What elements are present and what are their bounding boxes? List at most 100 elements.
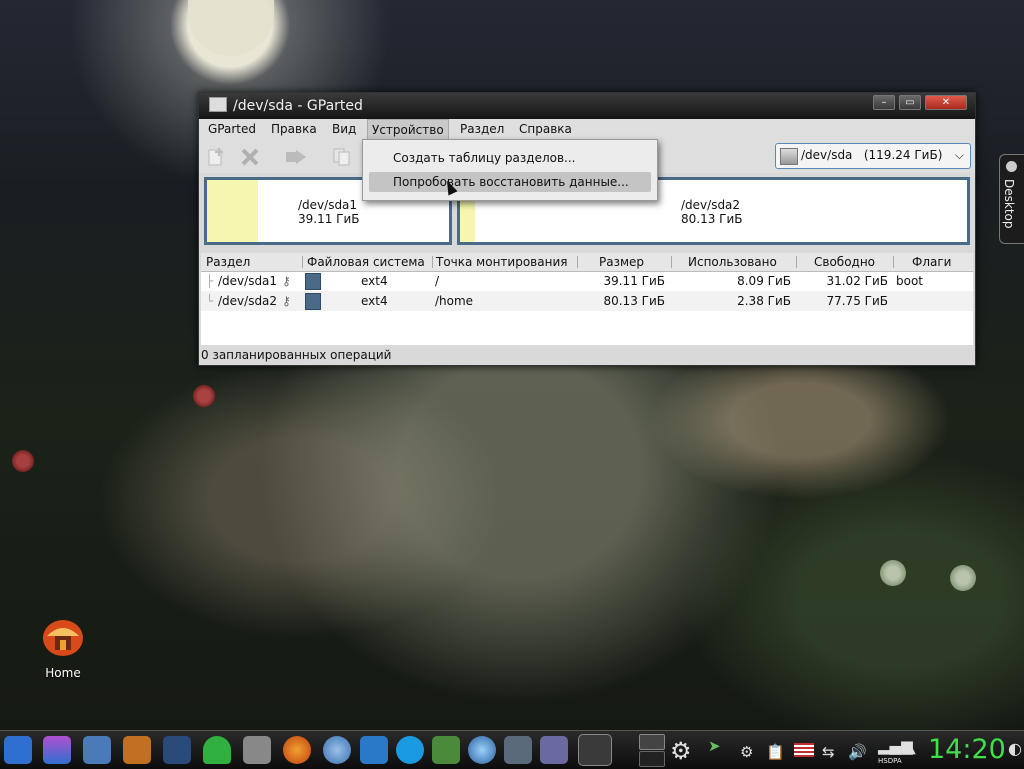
pager-desktop-1[interactable] xyxy=(639,734,665,750)
cursor-tool-icon[interactable] xyxy=(540,736,568,764)
menu-item-create-partition-table[interactable]: Создать таблицу разделов... xyxy=(369,148,651,168)
menu-gparted[interactable]: GParted xyxy=(208,122,256,136)
resize-move-icon[interactable] xyxy=(284,147,310,167)
cell-mountpoint: /home xyxy=(435,294,474,308)
column-divider xyxy=(302,256,303,268)
title-bar[interactable]: /dev/sda - GParted – ▭ ✕ xyxy=(199,93,975,119)
gparted-task-button[interactable] xyxy=(578,734,612,766)
cell-free: 31.02 ГиБ xyxy=(826,274,888,288)
column-divider xyxy=(893,256,894,268)
taskbar: ⚙ ➤ ⚙ 📋 ⇆ 🔊 ▂▄▆ HSDPA ▲ 14:20 ◐ xyxy=(0,730,1024,769)
close-button[interactable]: ✕ xyxy=(925,95,967,110)
us-flag-icon[interactable] xyxy=(794,743,814,757)
clipboard-icon[interactable]: 📋 xyxy=(766,743,785,761)
disk-map-name: /dev/sda1 xyxy=(298,198,358,212)
col-filesystem[interactable]: Файловая система xyxy=(307,255,425,269)
tray-expand-icon[interactable]: ▲ xyxy=(908,745,916,756)
media-player-icon[interactable] xyxy=(43,736,71,764)
used-space-bar xyxy=(207,180,258,242)
arrow-icon[interactable]: ➤ xyxy=(708,737,721,755)
firefox-icon[interactable] xyxy=(283,736,311,764)
terminal-icon[interactable] xyxy=(163,736,191,764)
device-selector[interactable]: /dev/sda (119.24 ГиБ) ⌵ xyxy=(775,143,971,169)
screenshot-icon[interactable] xyxy=(504,736,532,764)
plasma-toolbox-icon[interactable]: ◐ xyxy=(1008,739,1022,758)
chromium-icon[interactable] xyxy=(323,736,351,764)
settings-gear-icon[interactable]: ⚙ xyxy=(670,737,692,765)
partition-table: Раздел Файловая система Точка монтирован… xyxy=(201,253,973,345)
usb-icon[interactable]: ⇆ xyxy=(822,743,835,761)
menu-help[interactable]: Справка xyxy=(519,122,572,136)
cell-used: 2.38 ГиБ xyxy=(737,294,791,308)
wallpaper-rose xyxy=(193,385,215,407)
volume-icon[interactable]: 🔊 xyxy=(848,743,867,761)
cell-used: 8.09 ГиБ xyxy=(737,274,791,288)
col-mountpoint[interactable]: Точка монтирования xyxy=(436,255,567,269)
minimize-button[interactable]: – xyxy=(873,95,895,110)
gparted-window: /dev/sda - GParted – ▭ ✕ GParted Правка … xyxy=(198,92,976,366)
window-title: /dev/sda - GParted xyxy=(233,98,363,114)
maxthon-icon[interactable] xyxy=(360,736,388,764)
menu-device[interactable]: Устройство xyxy=(367,119,449,140)
pager-desktop-2[interactable] xyxy=(639,751,665,767)
network-label: HSDPA xyxy=(878,757,902,765)
menu-item-label: Создать таблицу разделов... xyxy=(393,151,576,165)
cell-mountpoint: / xyxy=(435,274,440,288)
disk-map-size: 39.11 ГиБ xyxy=(298,212,360,226)
cell-flags: boot xyxy=(896,274,924,288)
device-selector-value: /dev/sda (119.24 ГиБ) xyxy=(801,148,943,162)
desktop-tab-label: Desktop xyxy=(1002,179,1016,229)
thunderbird-icon[interactable] xyxy=(468,736,496,764)
kde-menu-icon[interactable] xyxy=(4,736,32,764)
play-arrow-icon[interactable] xyxy=(432,736,460,764)
disk-map-name: /dev/sda2 xyxy=(681,198,741,212)
col-partition[interactable]: Раздел xyxy=(206,255,250,269)
ghost-icon[interactable] xyxy=(203,736,231,764)
table-header: Раздел Файловая система Точка монтирован… xyxy=(201,253,973,272)
wallpaper-moon xyxy=(188,0,274,56)
key-icon: ⚷ xyxy=(282,294,291,308)
device-menu-dropdown: Создать таблицу разделов... Попробовать … xyxy=(362,139,658,201)
column-divider xyxy=(577,256,578,268)
owl-icon[interactable] xyxy=(123,736,151,764)
home-label: Home xyxy=(45,666,81,680)
computer-icon[interactable] xyxy=(83,736,111,764)
column-divider xyxy=(796,256,797,268)
col-size[interactable]: Размер xyxy=(599,255,644,269)
cell-partition: /dev/sda2 xyxy=(218,294,278,308)
column-divider xyxy=(671,256,672,268)
cell-filesystem: ext4 xyxy=(361,294,388,308)
table-row[interactable]: ├ /dev/sda1 ⚷ ext4 / 39.11 ГиБ 8.09 ГиБ … xyxy=(201,271,973,291)
new-partition-icon[interactable] xyxy=(206,147,226,167)
menu-view[interactable]: Вид xyxy=(332,122,356,136)
clock[interactable]: 14:20 xyxy=(928,734,1006,765)
desktop-side-tab[interactable]: Desktop xyxy=(999,154,1024,244)
megaphone-icon[interactable] xyxy=(243,736,271,764)
delete-partition-icon[interactable] xyxy=(240,147,260,167)
maximize-button[interactable]: ▭ xyxy=(899,95,921,110)
col-flags[interactable]: Флаги xyxy=(912,255,951,269)
col-free[interactable]: Свободно xyxy=(814,255,875,269)
cell-free: 77.75 ГиБ xyxy=(826,294,888,308)
wallpaper-flower xyxy=(950,565,976,591)
home-desktop-icon[interactable]: Home xyxy=(40,618,86,680)
menu-bar: GParted Правка Вид Устройство Раздел Спр… xyxy=(199,119,975,141)
menu-item-label: Попробовать восстановить данные... xyxy=(393,175,629,189)
plasma-icon xyxy=(1006,161,1017,172)
table-row[interactable]: └ /dev/sda2 ⚷ ext4 /home 80.13 ГиБ 2.38 … xyxy=(201,291,973,311)
home-folder-icon xyxy=(41,618,85,658)
copy-icon[interactable] xyxy=(332,147,352,167)
disk-map-size: 80.13 ГиБ xyxy=(681,212,743,226)
chevron-down-icon: ⌵ xyxy=(954,148,964,162)
menu-partition[interactable]: Раздел xyxy=(460,122,504,136)
skype-icon[interactable] xyxy=(396,736,424,764)
tree-line: └ xyxy=(206,294,214,308)
cell-size: 80.13 ГиБ xyxy=(603,294,665,308)
gparted-app-icon xyxy=(209,97,227,112)
col-used[interactable]: Использовано xyxy=(688,255,777,269)
menu-edit[interactable]: Правка xyxy=(271,122,317,136)
status-bar: 0 запланированных операций xyxy=(201,348,392,362)
menu-item-attempt-data-rescue[interactable]: Попробовать восстановить данные... xyxy=(369,172,651,192)
filesystem-color-swatch xyxy=(305,293,321,310)
system-settings-icon[interactable]: ⚙ xyxy=(740,743,753,761)
